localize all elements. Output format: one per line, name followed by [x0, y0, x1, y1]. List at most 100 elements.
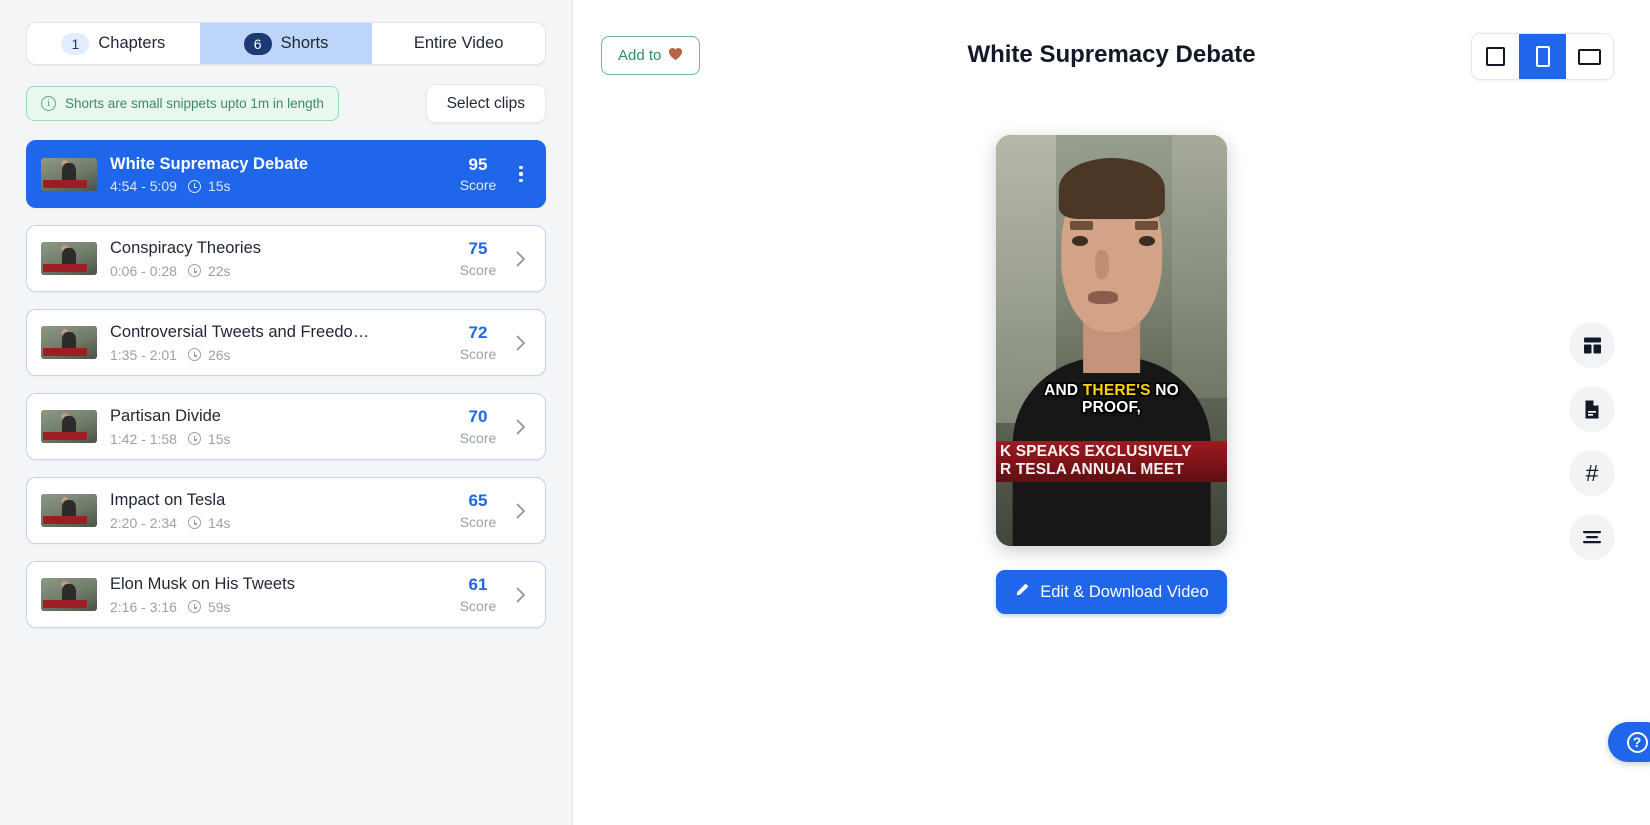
tools-rail: # — [1569, 322, 1615, 560]
clip-score-label: Score — [459, 513, 497, 530]
clip-info: Partisan Divide 1:42 - 1:58 15s — [97, 406, 451, 447]
clip-timerange: 0:06 - 0:28 — [110, 262, 177, 279]
layout-template-icon-button[interactable] — [1569, 322, 1615, 368]
tab-chapters[interactable]: 1 Chapters — [27, 23, 200, 64]
square-icon — [1486, 47, 1505, 66]
info-icon: i — [41, 96, 56, 111]
clip-info: Impact on Tesla 2:20 - 2:34 14s — [97, 490, 451, 531]
select-clips-button[interactable]: Select clips — [425, 84, 546, 123]
clip-score: 61 Score — [451, 575, 505, 614]
shorts-info-text: Shorts are small snippets upto 1m in len… — [65, 96, 324, 111]
layout-template-icon — [1582, 335, 1603, 356]
list-item[interactable]: Controversial Tweets and Freedom... 1:35… — [26, 309, 546, 376]
landscape-icon — [1578, 48, 1601, 65]
aspect-ratio-landscape-button[interactable] — [1566, 34, 1613, 79]
list-item[interactable]: White Supremacy Debate 4:54 - 5:09 15s 9… — [26, 140, 546, 208]
portrait-icon — [1535, 46, 1550, 67]
sidebar-subbar: i Shorts are small snippets upto 1m in l… — [26, 84, 546, 123]
clock-icon — [187, 600, 201, 614]
chevron-right-icon[interactable] — [511, 335, 531, 351]
clip-meta: 1:42 - 1:58 15s — [110, 431, 451, 447]
document-icon-button[interactable] — [1569, 386, 1615, 432]
text-align-icon — [1582, 530, 1602, 544]
chevron-right-icon[interactable] — [511, 251, 531, 267]
clip-score: 75 Score — [451, 239, 505, 278]
clip-info: Elon Musk on His Tweets 2:16 - 3:16 59s — [97, 574, 451, 615]
heart-icon — [668, 47, 683, 65]
clip-duration: 26s — [207, 346, 231, 363]
video-caption: AND THERE'S NO PROOF, — [1002, 382, 1221, 417]
clip-timerange: 1:42 - 1:58 — [110, 430, 177, 447]
clip-score-value: 95 — [468, 154, 488, 174]
clip-duration: 15s — [207, 430, 231, 447]
tab-entire-video-label: Entire Video — [413, 34, 504, 52]
clip-score-value: 61 — [468, 575, 488, 595]
caption-text-after: NO — [1150, 381, 1179, 399]
clip-title: Elon Musk on His Tweets — [110, 575, 295, 594]
clip-score-label: Score — [459, 429, 497, 446]
clip-timerange: 1:35 - 2:01 — [110, 346, 177, 363]
tab-shorts[interactable]: 6 Shorts — [199, 23, 373, 64]
preview-panel: Add to White Supremacy Debate AND THERE'… — [573, 0, 1650, 825]
edit-and-download-video-button[interactable]: Edit & Download Video — [996, 570, 1227, 614]
clock-icon — [187, 516, 201, 530]
clip-score-value: 65 — [468, 491, 488, 511]
clip-more-options-icon[interactable] — [511, 166, 531, 182]
clip-duration: 15s — [207, 178, 231, 195]
clip-duration: 22s — [207, 262, 231, 279]
video-preview-area: AND THERE'S NO PROOF, K SPEAKS EXCLUSIVE… — [573, 135, 1650, 614]
clock-icon — [187, 264, 201, 278]
clip-list: White Supremacy Debate 4:54 - 5:09 15s 9… — [26, 140, 546, 628]
content-type-tabs: 1 Chapters 6 Shorts Entire Video — [26, 22, 546, 65]
clip-score-value: 72 — [468, 323, 488, 343]
clip-title: Conspiracy Theories — [110, 239, 262, 258]
hashtag-icon-button[interactable]: # — [1569, 450, 1615, 496]
aspect-ratio-square-button[interactable] — [1472, 34, 1519, 79]
clip-score-label: Score — [459, 345, 497, 362]
news-chyron-banner: K SPEAKS EXCLUSIVELY R TESLA ANNUAL MEET — [996, 441, 1227, 482]
clip-score: 65 Score — [451, 491, 505, 530]
app-root: 1 Chapters 6 Shorts Entire Video i Short… — [0, 0, 1650, 825]
caption-text-highlight: THERE'S — [1082, 381, 1151, 399]
tab-entire-video[interactable]: Entire Video — [372, 23, 545, 64]
clip-timerange: 2:16 - 3:16 — [110, 598, 177, 615]
list-item[interactable]: Impact on Tesla 2:20 - 2:34 14s 65 Score — [26, 477, 546, 544]
clip-score-label: Score — [459, 261, 497, 278]
clip-score: 72 Score — [451, 323, 505, 362]
clip-meta: 2:16 - 3:16 59s — [110, 599, 451, 615]
aspect-ratio-portrait-button[interactable] — [1519, 34, 1566, 79]
clip-title: White Supremacy Debate — [110, 154, 309, 173]
clip-info: Controversial Tweets and Freedom... 1:35… — [97, 322, 451, 363]
clip-meta: 2:20 - 2:34 14s — [110, 515, 451, 531]
list-item[interactable]: Conspiracy Theories 0:06 - 0:28 22s 75 S… — [26, 225, 546, 292]
clip-info: Conspiracy Theories 0:06 - 0:28 22s — [97, 238, 451, 279]
tab-chapters-badge: 1 — [61, 32, 90, 55]
clip-timerange: 4:54 - 5:09 — [110, 178, 177, 195]
add-to-favorites-button[interactable]: Add to — [601, 36, 701, 75]
list-item[interactable]: Partisan Divide 1:42 - 1:58 15s 70 Score — [26, 393, 546, 460]
clip-thumbnail — [41, 578, 97, 611]
clip-title: Impact on Tesla — [110, 491, 226, 510]
add-to-favorites-label: Add to — [618, 47, 662, 64]
help-button[interactable]: ? — [1608, 722, 1650, 762]
clip-score-value: 70 — [468, 407, 488, 427]
chevron-right-icon[interactable] — [511, 587, 531, 603]
news-chyron-line-1: K SPEAKS EXCLUSIVELY — [1000, 443, 1192, 461]
clock-icon — [187, 348, 201, 362]
text-align-icon-button[interactable] — [1569, 514, 1615, 560]
clip-score-value: 75 — [468, 239, 488, 259]
caption-text-line2: PROOF, — [1082, 398, 1141, 416]
clock-icon — [187, 179, 201, 193]
video-player[interactable]: AND THERE'S NO PROOF, K SPEAKS EXCLUSIVE… — [996, 135, 1227, 546]
clip-meta: 0:06 - 0:28 22s — [110, 263, 451, 279]
clip-duration: 59s — [207, 598, 231, 615]
tab-shorts-label: Shorts — [280, 34, 329, 52]
document-icon — [1582, 399, 1602, 420]
clock-icon — [187, 432, 201, 446]
chevron-right-icon[interactable] — [511, 503, 531, 519]
pencil-icon — [1014, 582, 1030, 603]
hashtag-icon: # — [1585, 459, 1599, 486]
chevron-right-icon[interactable] — [511, 419, 531, 435]
list-item[interactable]: Elon Musk on His Tweets 2:16 - 3:16 59s … — [26, 561, 546, 628]
clip-thumbnail — [41, 410, 97, 443]
